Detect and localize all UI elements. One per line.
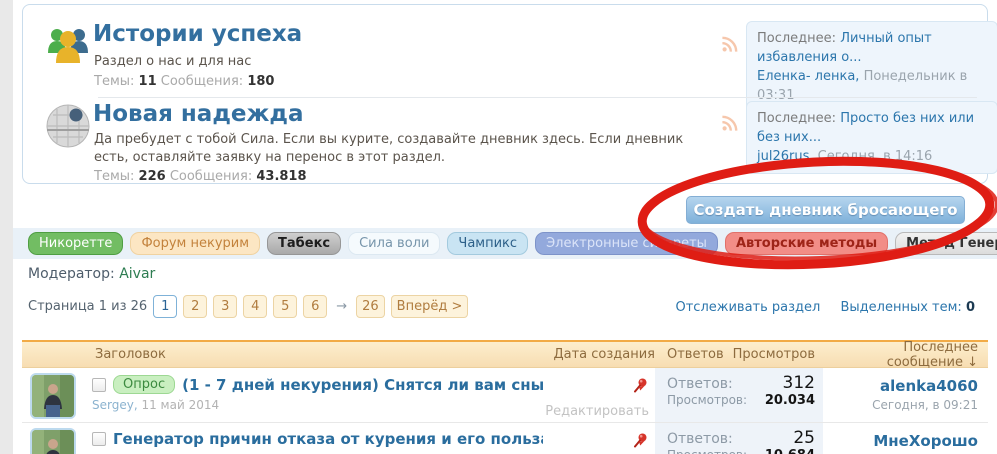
header-date-created[interactable]: Дата создания — [543, 347, 655, 362]
section-action-links: Отслеживать раздел Выделенных тем: 0 — [660, 300, 976, 315]
topic-author-link[interactable]: Sergey, — [92, 398, 138, 412]
moderator-row: Модератор: Aivar — [28, 266, 155, 282]
topic-date: 11 май 2014 — [141, 398, 220, 412]
topic-title-link[interactable]: (1 - 7 дней некурения) Снятся ли вам сны… — [182, 376, 543, 394]
views-count: 10.684 — [765, 448, 815, 454]
topic-checkbox[interactable] — [92, 432, 106, 446]
page-button-4[interactable]: 4 — [243, 295, 268, 318]
rss-icon[interactable] — [721, 115, 738, 132]
last-post-time: Сегодня, в 09:21 — [872, 398, 978, 412]
forum-page: Истории успеха Раздел о нас и для нас Те… — [0, 0, 997, 454]
last-post-author-link[interactable]: jul26rus, — [757, 149, 814, 164]
page-button-1[interactable]: 1 — [153, 295, 178, 318]
topic-last-cell: alenka4060 Сегодня, в 09:21 — [823, 368, 988, 422]
tag-electronic-cigarettes[interactable]: Электронные сигареты — [535, 232, 718, 255]
page-button-3[interactable]: 3 — [213, 295, 238, 318]
section-title-new-hope[interactable]: Новая надежда — [93, 101, 303, 127]
section-divider — [98, 97, 977, 98]
tag-author-methods[interactable]: Авторские методы — [724, 232, 889, 255]
tag-strip: Никоретте Форум некурим Табекс Сила воли… — [13, 228, 997, 259]
page-button-2[interactable]: 2 — [183, 295, 208, 318]
tag-nikorette[interactable]: Никоретте — [28, 232, 124, 255]
section-title-success-stories[interactable]: Истории успеха — [93, 21, 302, 47]
forum-section-success-stories: Истории успеха Раздел о нас и для нас Те… — [23, 13, 997, 113]
next-page-button[interactable]: Вперёд > — [390, 295, 469, 318]
page-button-26[interactable]: 26 — [356, 295, 385, 318]
poll-badge: Опрос — [113, 375, 176, 394]
moderator-link[interactable]: Aivar — [119, 266, 155, 282]
replies-count: 312 — [782, 373, 815, 393]
topic-checkbox[interactable] — [92, 377, 106, 392]
death-star-icon — [45, 103, 91, 149]
people-group-icon — [45, 23, 91, 69]
topic-title-link[interactable]: Генератор причин отказа от курения и его… — [113, 430, 543, 448]
topic-row: Генератор причин отказа от курения и его… — [22, 423, 988, 454]
page-button-6[interactable]: 6 — [303, 295, 328, 318]
forum-section-new-hope: Новая надежда Да пребудет с тобой Сила. … — [23, 101, 997, 185]
moderator-label: Модератор: — [28, 266, 115, 282]
table-header: Заголовок Дата создания Ответов Просмотр… — [22, 340, 988, 370]
topic-last-cell: МнеХорошо Сегодня, в 04:23 — [823, 423, 988, 454]
replies-count: 25 — [793, 428, 815, 448]
section-description: Раздел о нас и для нас — [94, 54, 252, 69]
last-post-label: Последнее: — [757, 31, 837, 46]
forum-sections-panel: Истории успеха Раздел о нас и для нас Те… — [22, 4, 997, 185]
tag-tabex[interactable]: Табекс — [267, 232, 342, 255]
last-post-time: Сегодня, в 14:16 — [817, 149, 933, 164]
views-count: 20.034 — [764, 393, 815, 408]
header-stats: Ответов Просмотров — [655, 347, 823, 362]
page-button-5[interactable]: 5 — [273, 295, 298, 318]
page-left-margin — [0, 0, 13, 454]
header-replies[interactable]: Ответов — [667, 347, 724, 362]
tag-kgb-method[interactable]: Метод Генералов КГБ! — [895, 232, 997, 255]
section-stats: Темы: 226 Сообщения: 43.818 — [94, 169, 307, 184]
last-poster-link[interactable]: МнеХорошо — [873, 432, 978, 450]
create-diary-button[interactable]: Создать дневник бросающего курить — [686, 196, 965, 245]
header-views[interactable]: Просмотров — [733, 347, 815, 362]
pagination-label: Страница 1 из 26 — [28, 299, 148, 314]
tag-sila-voli[interactable]: Сила воли — [348, 232, 441, 255]
last-post-author-link[interactable]: Еленка- ленка, — [757, 69, 859, 84]
edit-link[interactable]: Редактировать — [545, 404, 649, 419]
replies-label: Ответов: — [667, 431, 733, 447]
topics-table: Заголовок Дата создания Ответов Просмотр… — [22, 340, 988, 454]
topic-avatar-cell — [22, 368, 90, 422]
topic-author-line: Sergey, 11 май 2014 — [92, 398, 543, 412]
replies-label: Ответов: — [667, 376, 733, 392]
avatar[interactable] — [30, 428, 76, 454]
pagination-ellipsis-arrow: → — [336, 299, 348, 314]
header-last-message[interactable]: Последнее сообщение ↓ — [823, 340, 988, 370]
topic-date-cell: Редактировать — [543, 423, 655, 454]
topic-date-cell: Редактировать — [543, 368, 655, 422]
topic-stats-cell: Ответов: 312 Просмотров: 20.034 — [655, 368, 823, 422]
section-stats: Темы: 11 Сообщения: 180 — [94, 74, 275, 89]
rss-icon[interactable] — [721, 36, 738, 53]
pagination: Страница 1 из 26 1 2 3 4 5 6 → 26 Вперёд… — [28, 295, 469, 318]
views-label: Просмотров: — [667, 393, 748, 407]
header-title[interactable]: Заголовок — [90, 347, 543, 362]
topic-avatar-cell — [22, 423, 90, 454]
watch-section-link[interactable]: Отслеживать раздел — [676, 300, 821, 315]
pin-icon — [632, 432, 649, 449]
topic-main-cell: Генератор причин отказа от курения и его… — [90, 423, 543, 454]
pin-icon — [632, 377, 649, 394]
last-poster-link[interactable]: alenka4060 — [880, 377, 978, 395]
topic-stats-cell: Ответов: 25 Просмотров: 10.684 — [655, 423, 823, 454]
topic-row: Опрос (1 - 7 дней некурения) Снятся ли в… — [22, 368, 988, 423]
views-label: Просмотров: — [667, 448, 747, 454]
last-post-box: Последнее: Просто без них или без них...… — [746, 101, 997, 174]
last-post-label: Последнее: — [757, 111, 837, 126]
tag-forum-nekurim[interactable]: Форум некурим — [130, 232, 261, 255]
section-description: Да пребудет с тобой Сила. Если вы курите… — [94, 132, 684, 165]
tag-champix[interactable]: Чампикс — [447, 232, 529, 255]
avatar[interactable] — [30, 373, 76, 419]
selected-topics-link[interactable]: Выделенных тем: 0 — [840, 300, 975, 315]
topic-main-cell: Опрос (1 - 7 дней некурения) Снятся ли в… — [90, 368, 543, 422]
last-post-box: Последнее: Личный опыт избавления о... Е… — [746, 21, 997, 113]
